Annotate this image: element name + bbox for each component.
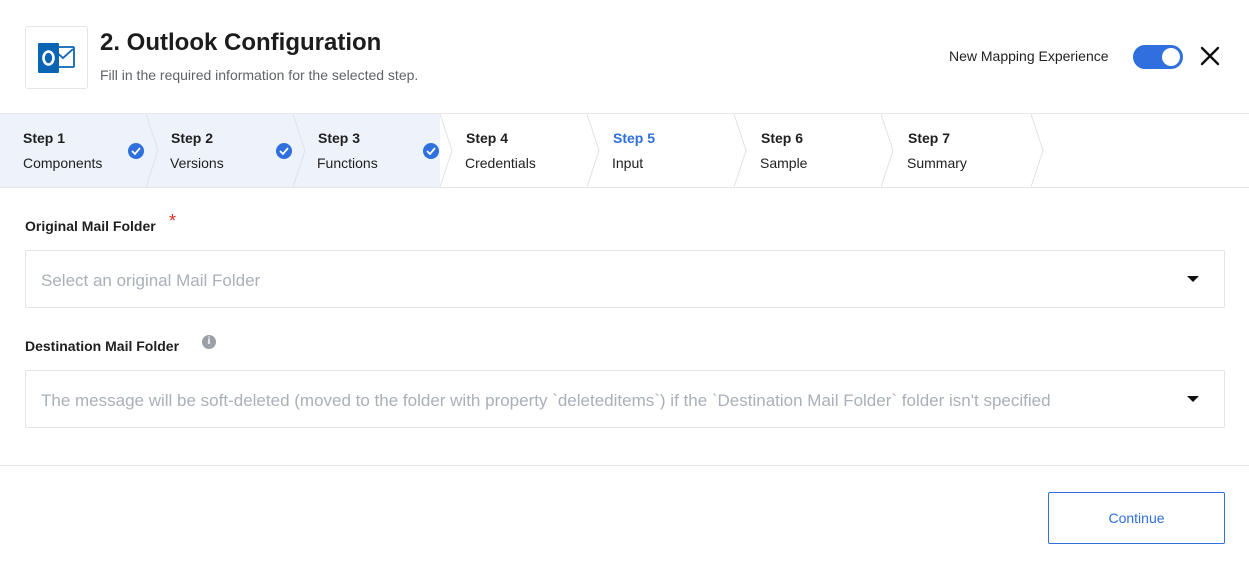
step-separator [734, 114, 747, 187]
step-number: Step 2 [171, 130, 214, 146]
step-1[interactable]: Step 1 Components [0, 114, 147, 187]
step-6[interactable]: Step 6 Sample [735, 114, 882, 187]
step-label: Input [612, 155, 644, 171]
continue-button[interactable]: Continue [1048, 492, 1225, 544]
step-separator [1031, 114, 1044, 187]
check-icon [423, 143, 439, 159]
step-label: Functions [317, 155, 378, 171]
footer-divider [0, 465, 1249, 466]
step-separator [440, 114, 453, 187]
original-folder-select[interactable]: Select an original Mail Folder [25, 250, 1225, 308]
info-icon[interactable]: i [202, 335, 216, 349]
step-4[interactable]: Step 4 Credentials [441, 114, 588, 187]
step-label: Credentials [465, 155, 536, 171]
destination-folder-select[interactable]: The message will be soft-deleted (moved … [25, 370, 1225, 428]
page-title: 2. Outlook Configuration [100, 29, 382, 56]
stepper: Step 1 Components Step 2 Versions Step 3… [0, 114, 1249, 188]
page-subtitle: Fill in the required information for the… [100, 67, 419, 83]
select-placeholder: The message will be soft-deleted (moved … [41, 391, 1051, 410]
close-icon[interactable] [1198, 44, 1222, 68]
required-marker: * [169, 211, 177, 231]
step-separator [587, 114, 600, 187]
step-number: Step 3 [318, 130, 361, 146]
dialog-header: 2. Outlook Configuration Fill in the req… [0, 0, 1249, 114]
step-label: Sample [760, 155, 808, 171]
step-separator [146, 114, 159, 187]
caret-down-icon [1187, 396, 1199, 402]
step-number: Step 7 [908, 130, 951, 146]
step-2[interactable]: Step 2 Versions [147, 114, 294, 187]
step-3[interactable]: Step 3 Functions [294, 114, 441, 187]
step-number: Step 5 [613, 130, 656, 146]
check-icon [128, 143, 144, 159]
select-placeholder: Select an original Mail Folder [41, 271, 261, 290]
step-separator [293, 114, 306, 187]
toggle-knob [1162, 48, 1180, 66]
mapping-toggle[interactable] [1133, 45, 1183, 69]
step-number: Step 6 [761, 130, 804, 146]
check-icon [276, 143, 292, 159]
step-5[interactable]: Step 5 Input [588, 114, 735, 187]
step-number: Step 1 [23, 130, 66, 146]
step-separator [881, 114, 894, 187]
step-7[interactable]: Step 7 Summary [882, 114, 1029, 187]
mapping-toggle-label: New Mapping Experience [949, 48, 1109, 64]
caret-down-icon [1187, 276, 1199, 282]
step-label: Components [23, 155, 103, 171]
step-number: Step 4 [466, 130, 509, 146]
outlook-logo-icon [25, 26, 88, 89]
step-label: Summary [907, 155, 967, 171]
destination-folder-label: Destination Mail Folder [25, 338, 180, 354]
original-folder-label: Original Mail Folder [25, 218, 156, 234]
step-label: Versions [170, 155, 224, 171]
